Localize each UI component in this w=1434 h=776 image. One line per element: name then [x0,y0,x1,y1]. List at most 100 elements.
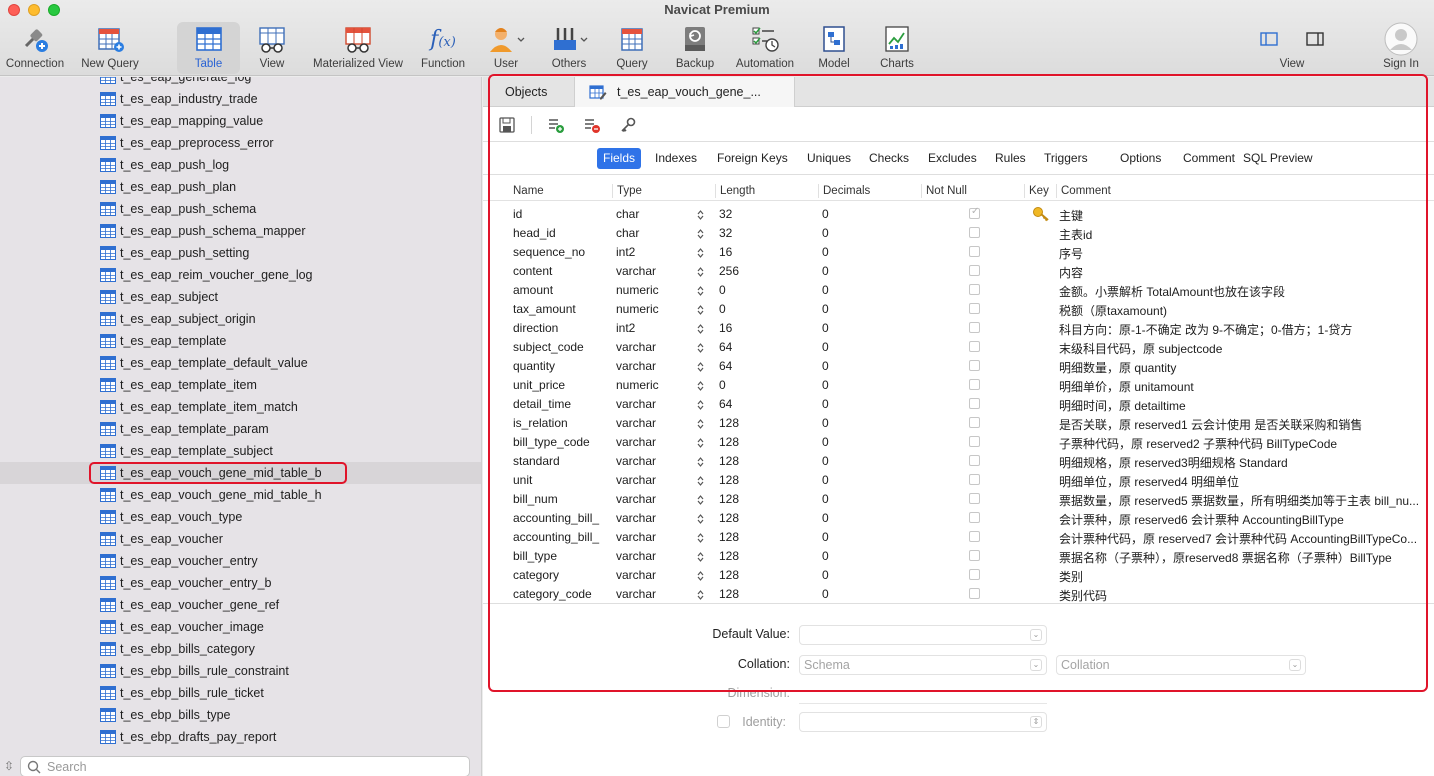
field-row[interactable]: unit varchar 128 0 明细单位，原 reserved4 明细单位 [483,471,1434,490]
col-not-null[interactable]: Not Null [921,184,967,198]
not-null-checkbox[interactable] [969,379,980,390]
sidebar-search-input[interactable]: Search [20,756,470,776]
not-null-checkbox[interactable] [969,227,980,238]
toolbar-user-button[interactable]: User [484,22,528,74]
field-type[interactable]: int2 [616,245,696,259]
field-type[interactable]: varchar [616,511,696,525]
field-length[interactable]: 64 [719,340,815,354]
col-name[interactable]: Name [509,184,544,198]
field-decimals[interactable]: 0 [822,226,918,240]
not-null-checkbox[interactable] [969,474,980,485]
field-row[interactable]: detail_time varchar 64 0 明细时间，原 detailtime [483,395,1434,414]
field-decimals[interactable]: 0 [822,264,918,278]
field-comment[interactable]: 内容 [1059,264,1427,281]
field-type[interactable]: varchar [616,568,696,582]
field-row[interactable]: content varchar 256 0 内容 [483,262,1434,281]
subtab-uniques[interactable]: Uniques [801,148,857,169]
sidebar-table-item[interactable]: t_es_eap_preprocess_error [100,132,274,154]
field-row[interactable]: amount numeric 0 0 金额。小票解析 TotalAmount也放在该字段 [483,281,1434,300]
not-null-checkbox[interactable] [969,455,980,466]
field-comment[interactable]: 明细单价，原 unitamount [1059,378,1427,395]
field-decimals[interactable]: 0 [822,435,918,449]
field-row[interactable]: quantity varchar 64 0 明细数量，原 quantity [483,357,1434,376]
field-name[interactable]: accounting_bill_ [513,511,609,525]
field-name[interactable]: category [513,568,609,582]
toolbar-table-button[interactable]: Table [177,22,240,74]
sidebar-table-item[interactable]: t_es_eap_template_default_value [100,352,308,374]
field-row[interactable]: accounting_bill_ varchar 128 0 会计票种，原 reserv… [483,509,1434,528]
sidebar-table-item[interactable]: t_es_eap_template_item_match [100,396,298,418]
field-row[interactable]: bill_type varchar 128 0 票据名称（子票种），原reserved8… [483,547,1434,566]
sidebar-table-item[interactable]: t_es_eap_voucher_gene_ref [100,594,279,616]
field-name[interactable]: head_id [513,226,609,240]
field-length[interactable]: 16 [719,245,815,259]
not-null-checkbox[interactable] [969,206,980,219]
sidebar-table-item[interactable]: t_es_eap_template_item [100,374,257,396]
not-null-checkbox[interactable] [969,341,980,352]
field-row[interactable]: is_relation varchar 128 0 是否关联，原 reserved1 云… [483,414,1434,433]
sidebar-table-item[interactable]: t_es_eap_push_setting [100,242,249,264]
sidebar-table-item[interactable]: t_es_eap_voucher_image [100,616,264,638]
sidebar-table-item[interactable]: t_es_ebp_bills_type [100,704,231,726]
field-type[interactable]: numeric [616,283,696,297]
field-decimals[interactable]: 0 [822,340,918,354]
sidebar-table-item[interactable]: t_es_ebp_bills_rule_constraint [100,660,289,682]
type-stepper-icon[interactable] [697,209,704,221]
field-comment[interactable]: 会计票种，原 reserved6 会计票种 AccountingBillType [1059,511,1427,528]
field-decimals[interactable]: 0 [822,416,918,430]
not-null-checkbox[interactable] [969,569,980,580]
type-stepper-icon[interactable] [697,247,704,259]
field-length[interactable]: 128 [719,549,815,563]
field-row[interactable]: subject_code varchar 64 0 末级科目代码，原 subjectco… [483,338,1434,357]
toolbar-model-button[interactable]: Model [812,22,856,74]
field-comment[interactable]: 明细时间，原 detailtime [1059,397,1427,414]
field-name[interactable]: unit [513,473,609,487]
col-key[interactable]: Key [1024,184,1049,198]
type-stepper-icon[interactable] [697,323,704,335]
field-length[interactable]: 128 [719,416,815,430]
type-stepper-icon[interactable] [697,418,704,430]
sidebar-table-item[interactable]: t_es_eap_template_param [100,418,269,440]
field-decimals[interactable]: 0 [822,530,918,544]
sidebar-table-item[interactable]: t_es_eap_vouch_type [100,506,242,528]
type-stepper-icon[interactable] [697,475,704,487]
field-type[interactable]: varchar [616,454,696,468]
sidebar-table-item[interactable]: t_es_eap_template_subject [100,440,273,462]
not-null-checkbox[interactable] [969,436,980,447]
field-name[interactable]: category_code [513,587,609,601]
field-type[interactable]: varchar [616,473,696,487]
field-comment[interactable]: 票据名称（子票种），原reserved8 票据名称（子票种）BillType [1059,549,1427,566]
field-decimals[interactable]: 0 [822,473,918,487]
field-type[interactable]: varchar [616,359,696,373]
subtab-excludes[interactable]: Excludes [922,148,983,169]
sign-in-button[interactable]: Sign In [1378,22,1424,74]
field-name[interactable]: bill_num [513,492,609,506]
sidebar-table-item[interactable]: t_es_eap_reim_voucher_gene_log [100,264,313,286]
field-row[interactable]: category varchar 128 0 类别 [483,566,1434,585]
field-name[interactable]: standard [513,454,609,468]
field-comment[interactable]: 税额（原taxamount) [1059,302,1427,319]
field-length[interactable]: 128 [719,530,815,544]
sidebar-table-item[interactable]: t_es_eap_subject [100,286,218,308]
sidebar-table-item[interactable]: t_es_eap_push_schema_mapper [100,220,306,242]
field-decimals[interactable]: 0 [822,321,918,335]
field-row[interactable]: bill_type_code varchar 128 0 子票种代码，原 reserve… [483,433,1434,452]
field-decimals[interactable]: 0 [822,454,918,468]
field-comment[interactable]: 明细单位，原 reserved4 明细单位 [1059,473,1427,490]
field-length[interactable]: 128 [719,473,815,487]
field-length[interactable]: 0 [719,283,815,297]
not-null-checkbox[interactable] [969,588,980,599]
field-length[interactable]: 0 [719,378,815,392]
field-decimals[interactable]: 0 [822,283,918,297]
subtab-indexes[interactable]: Indexes [649,148,703,169]
field-comment[interactable]: 类别 [1059,568,1427,585]
field-name[interactable]: content [513,264,609,278]
field-type[interactable]: varchar [616,435,696,449]
not-null-checkbox[interactable] [969,417,980,428]
field-name[interactable]: unit_price [513,378,609,392]
type-stepper-icon[interactable] [697,285,704,297]
field-type[interactable]: varchar [616,492,696,506]
add-field-icon[interactable] [547,116,565,134]
field-name[interactable]: bill_type_code [513,435,609,449]
sidebar-table-item[interactable]: t_es_eap_generate_log [100,77,251,88]
